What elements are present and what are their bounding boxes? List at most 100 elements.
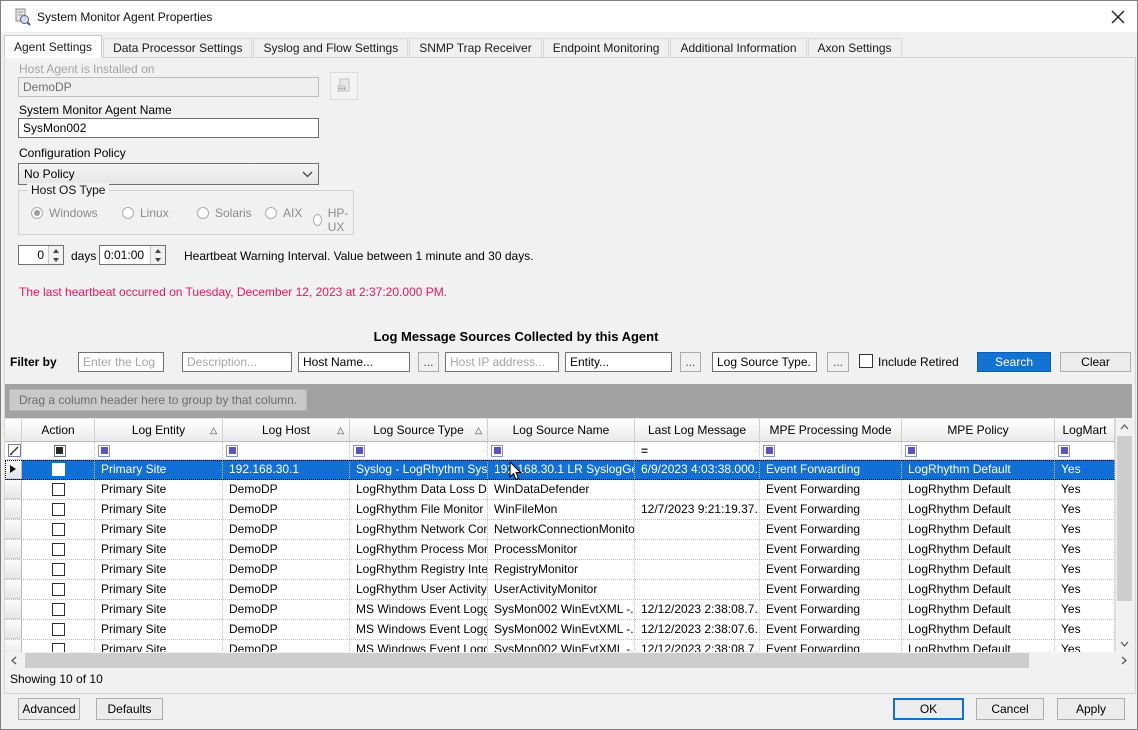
grid-cell-action[interactable] (22, 460, 95, 479)
grid-cell[interactable]: Yes (1055, 520, 1115, 539)
host-name-browse-button[interactable]: ... (418, 352, 439, 372)
row-indicator-cell[interactable] (5, 560, 22, 579)
grid-row[interactable]: Primary Site192.168.30.1Syslog - LogRhyt… (5, 460, 1132, 480)
filter-select-icon[interactable] (763, 445, 775, 457)
filter-select-icon[interactable] (491, 445, 503, 457)
scroll-down-icon[interactable] (1116, 635, 1133, 652)
grid-cell[interactable]: WinFileMon (488, 500, 635, 519)
grid-cell[interactable]: Primary Site (95, 480, 223, 499)
grid-row[interactable]: Primary SiteDemoDPLogRhythm Data Loss De… (5, 480, 1132, 500)
entity-filter-input[interactable] (565, 352, 672, 372)
column-header-log-entity[interactable]: Log Entity△ (95, 418, 223, 442)
grid-cell[interactable]: UserActivityMonitor (488, 580, 635, 599)
grid-cell[interactable]: DemoDP (223, 560, 350, 579)
grid-cell[interactable]: Event Forwarding (760, 600, 902, 619)
vertical-scroll-thumb[interactable] (1117, 436, 1132, 601)
grid-cell[interactable]: LogRhythm Data Loss Def... (350, 480, 488, 499)
grid-cell[interactable] (635, 520, 760, 539)
filter-cell-logmart[interactable] (1055, 442, 1115, 460)
row-indicator-cell[interactable] (5, 500, 22, 519)
log-source-filter-input[interactable] (78, 352, 164, 372)
column-header-last-log-message[interactable]: Last Log Message (635, 418, 760, 442)
grid-cell[interactable]: Yes (1055, 540, 1115, 559)
grid-cell[interactable]: Yes (1055, 560, 1115, 579)
horizontal-scroll-thumb[interactable] (25, 653, 1029, 668)
scroll-left-icon[interactable] (5, 652, 22, 669)
grid-cell[interactable]: DemoDP (223, 600, 350, 619)
grid-cell[interactable]: LogRhythm Default (902, 620, 1055, 639)
grid-cell-action[interactable] (22, 580, 95, 599)
grid-cell[interactable]: LogRhythm Process Monit... (350, 540, 488, 559)
grid-cell[interactable]: Primary Site (95, 460, 223, 479)
grid-cell-action[interactable] (22, 520, 95, 539)
filter-select-icon[interactable] (1058, 445, 1070, 457)
grid-cell[interactable]: LogRhythm Default (902, 480, 1055, 499)
clear-button[interactable]: Clear (1060, 352, 1131, 372)
grid-cell[interactable]: Primary Site (95, 500, 223, 519)
defaults-button[interactable]: Defaults (96, 698, 163, 720)
log-source-type-filter-input[interactable] (712, 352, 817, 372)
description-filter-input[interactable] (182, 352, 292, 372)
grid-cell[interactable]: Primary Site (95, 560, 223, 579)
filter-cell-log-host[interactable] (223, 442, 350, 460)
grid-cell-action[interactable] (22, 500, 95, 519)
filter-cell-log-source-name[interactable] (488, 442, 635, 460)
filter-edit-cell[interactable] (5, 442, 22, 460)
grid-cell[interactable]: Primary Site (95, 520, 223, 539)
filter-equals-icon[interactable]: = (638, 444, 648, 458)
grid-cell[interactable]: Event Forwarding (760, 540, 902, 559)
filter-select-icon[interactable] (226, 445, 238, 457)
grid-cell[interactable]: 192.168.30.1 (223, 460, 350, 479)
grid-cell-action[interactable] (22, 600, 95, 619)
grid-cell[interactable]: WinDataDefender (488, 480, 635, 499)
host-name-filter-input[interactable] (298, 352, 410, 372)
row-indicator-cell[interactable] (5, 520, 22, 539)
grid-cell[interactable]: LogRhythm Registry Integri... (350, 560, 488, 579)
filter-cell-mpe-policy[interactable] (902, 442, 1055, 460)
apply-button[interactable]: Apply (1057, 698, 1125, 720)
row-indicator-cell[interactable] (5, 540, 22, 559)
grid-cell[interactable]: Primary Site (95, 540, 223, 559)
grid-cell[interactable]: LogRhythm Default (902, 580, 1055, 599)
grid-cell[interactable]: Yes (1055, 460, 1115, 479)
row-indicator-cell[interactable] (5, 600, 22, 619)
row-checkbox[interactable] (52, 563, 65, 576)
grid-cell[interactable]: SysMon002 WinEvtXML -... (488, 600, 635, 619)
entity-browse-button[interactable]: ... (680, 352, 701, 372)
filter-select-icon[interactable] (353, 445, 365, 457)
grid-cell[interactable]: DemoDP (223, 500, 350, 519)
grid-cell[interactable]: Event Forwarding (760, 480, 902, 499)
scroll-right-icon[interactable] (1115, 652, 1132, 669)
filter-select-icon[interactable] (905, 445, 917, 457)
grid-cell[interactable]: LogRhythm Default (902, 600, 1055, 619)
grid-cell[interactable]: Event Forwarding (760, 560, 902, 579)
grid-cell[interactable]: DemoDP (223, 520, 350, 539)
column-header-mpe-policy[interactable]: MPE Policy (902, 418, 1055, 442)
grid-cell-action[interactable] (22, 620, 95, 639)
interval-down-icon[interactable] (151, 255, 165, 264)
grid-row[interactable]: Primary SiteDemoDPMS Windows Event Loggi… (5, 600, 1132, 620)
grid-row[interactable]: Primary SiteDemoDPMS Windows Event Loggi… (5, 620, 1132, 640)
grid-cell[interactable] (635, 580, 760, 599)
grid-cell[interactable]: LogRhythm Default (902, 460, 1055, 479)
grid-cell[interactable]: Syslog - LogRhythm Syslo... (350, 460, 488, 479)
grid-cell[interactable]: Yes (1055, 580, 1115, 599)
grid-cell[interactable] (635, 480, 760, 499)
days-down-icon[interactable] (49, 255, 63, 264)
row-checkbox[interactable] (52, 483, 65, 496)
filter-check-icon[interactable] (54, 445, 66, 457)
row-checkbox[interactable] (52, 503, 65, 516)
tab-data-processor-settings[interactable]: Data Processor Settings (103, 38, 252, 58)
grid-cell[interactable]: MS Windows Event Loggin... (350, 600, 488, 619)
tab-axon-settings[interactable]: Axon Settings (808, 38, 902, 58)
grid-cell[interactable]: Primary Site (95, 620, 223, 639)
filter-cell-action[interactable] (22, 442, 95, 460)
filter-cell-mpe-processing-mode[interactable] (760, 442, 902, 460)
grid-cell-action[interactable] (22, 480, 95, 499)
grid-cell-action[interactable] (22, 540, 95, 559)
days-spinner[interactable]: 0 (18, 245, 64, 265)
close-icon[interactable] (1109, 8, 1127, 26)
grid-cell[interactable]: Yes (1055, 480, 1115, 499)
grid-cell[interactable]: Event Forwarding (760, 580, 902, 599)
config-policy-dropdown[interactable]: No Policy (18, 163, 319, 185)
